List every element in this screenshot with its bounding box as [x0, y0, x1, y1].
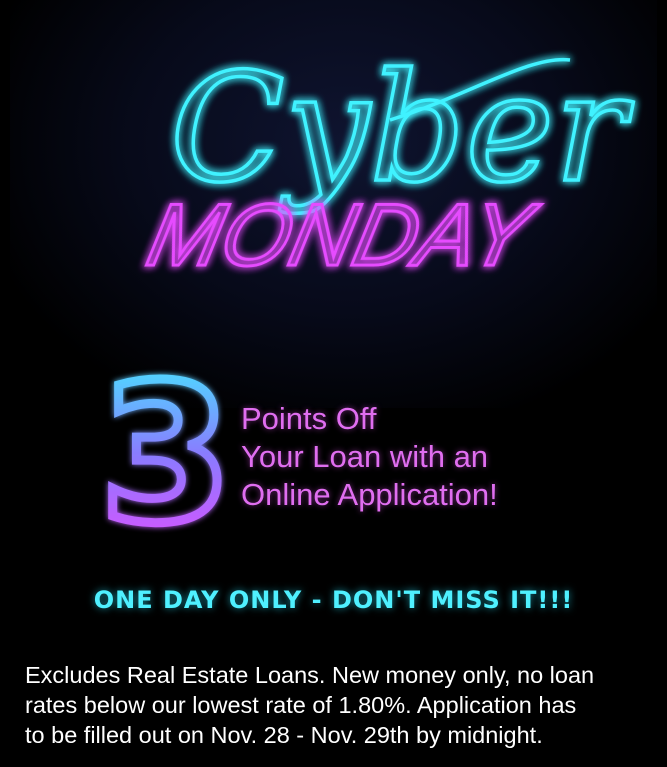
offer-line: Online Application! [241, 477, 498, 512]
big-number-three: 3 [100, 355, 232, 535]
cyber-monday-hero: Cyber MONDAY [10, 0, 657, 408]
disclaimer-line: Excludes Real Estate Loans. New money on… [25, 662, 595, 688]
monday-text: MONDAY [140, 185, 546, 284]
one-day-callout: ONE DAY ONLY - DON'T MISS IT!!! [93, 586, 574, 614]
disclaimer-line: rates below our lowest rate of 1.80%. Ap… [25, 692, 577, 718]
neon-number-graphic: 3 [96, 355, 237, 535]
offer-text: Points Off Your Loan with an Online Appl… [241, 400, 571, 514]
offer-line: Your Loan with an [241, 439, 489, 474]
disclaimer: Excludes Real Estate Loans. New money on… [25, 660, 665, 750]
neon-sign-graphic: Cyber MONDAY [138, 40, 636, 285]
promo-block: 3 Points Off Your Loan with an Online Ap… [90, 355, 560, 535]
offer-line: Points Off [241, 401, 377, 436]
disclaimer-line: to be filled out on Nov. 28 - Nov. 29th … [25, 722, 543, 748]
